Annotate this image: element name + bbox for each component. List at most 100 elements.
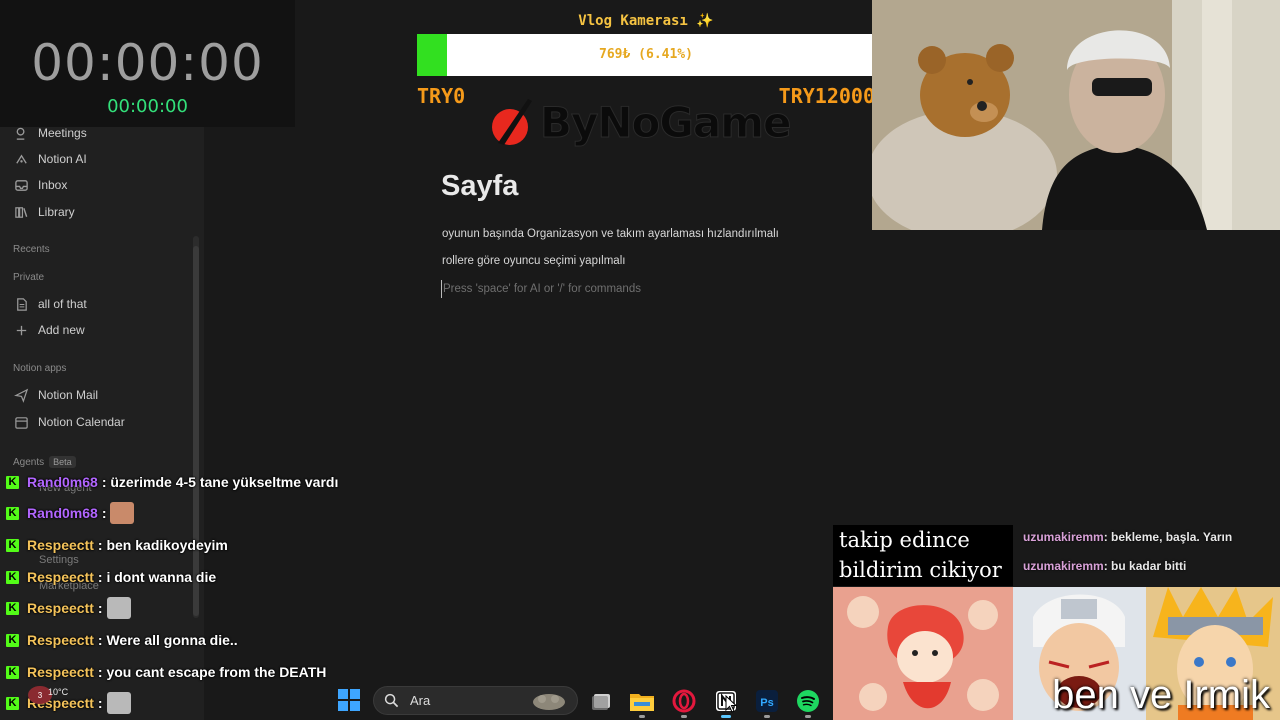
timer-sub: 00:00:00 xyxy=(107,96,188,117)
notion-active-indicator xyxy=(721,715,731,718)
chat-message: K Respeectt: xyxy=(6,691,131,715)
chat-username[interactable]: Respeectt xyxy=(27,537,94,553)
collage-caption: ben ve Irmik xyxy=(1052,673,1270,717)
cat-emote xyxy=(106,692,131,714)
chat-username[interactable]: Rand0m68 xyxy=(27,474,98,490)
photoshop-running-indicator xyxy=(764,715,770,718)
goal-max-label: TRY12000 xyxy=(778,84,875,108)
notion-apps-label: Notion apps xyxy=(13,363,67,374)
sidebar-item-all-of-that[interactable]: all of that xyxy=(13,294,87,314)
chat-message: K Respeectt: Were all gonna die.. xyxy=(6,628,238,652)
goal-title: Vlog Kamerası ✨ xyxy=(578,13,714,29)
sidebar-item-label: all of that xyxy=(38,297,87,311)
kick-badge-icon: K xyxy=(6,696,19,710)
side-chat-line: uzumakiremm: bekleme, başla. Yarın xyxy=(1023,530,1233,544)
goal-min-label: TRY0 xyxy=(417,84,466,108)
search-input[interactable] xyxy=(408,692,522,709)
private-label: Private xyxy=(13,272,45,283)
follow-alert: takip edince bildirim cikiyor xyxy=(833,525,1013,586)
chat-username[interactable]: Rand0m68 xyxy=(27,505,98,521)
sidebar-item-label: Library xyxy=(38,205,75,219)
sidebar-item-label: Add new xyxy=(38,323,85,337)
chat-message: K Respeectt: i dont wanna die xyxy=(6,565,216,589)
sidebar-item-notion-calendar[interactable]: Notion Calendar xyxy=(13,412,125,432)
brand-logo: ByNoGame xyxy=(490,96,792,148)
mouse-cursor-icon xyxy=(725,695,737,713)
opera-gx-icon[interactable] xyxy=(671,688,697,714)
cat-emote xyxy=(106,597,131,619)
sidebar-add-new[interactable]: Add new xyxy=(13,320,85,340)
meetings-icon xyxy=(13,125,30,142)
chat-username[interactable]: Respeectt xyxy=(27,632,94,648)
chat-text: : xyxy=(101,505,107,521)
sidebar-item-label: Notion Calendar xyxy=(38,415,125,429)
chat-text: : ben kadikoydeyim xyxy=(97,537,228,553)
chat-text: : you cant escape from the DEATH xyxy=(97,664,327,680)
webcam-feed xyxy=(872,0,1280,230)
goal-progress-text: 769₺ (6.41%) xyxy=(599,47,693,62)
chat-message: K Rand0m68: xyxy=(6,501,135,525)
weather-temperature: 10°C xyxy=(48,687,69,697)
svg-text:Ps: Ps xyxy=(760,697,773,709)
chat-message: K Respeectt: you cant escape from the DEA… xyxy=(6,660,326,684)
page-title[interactable]: Sayfa xyxy=(441,170,518,203)
mail-send-icon xyxy=(13,387,30,404)
page-icon xyxy=(13,296,30,313)
plus-icon xyxy=(13,322,30,339)
chat-message: K Respeectt: xyxy=(6,596,131,620)
chat-username[interactable]: Respeectt xyxy=(27,664,94,680)
paragraph-block[interactable]: oyunun başında Organizasyon ve takım aya… xyxy=(442,228,779,240)
file-explorer-icon[interactable] xyxy=(629,688,655,714)
kick-badge-icon: K xyxy=(6,601,19,615)
kick-badge-icon: K xyxy=(6,633,19,647)
paragraph-block[interactable]: rollere göre oyuncu seçimi yapılmalı xyxy=(442,255,625,267)
webcam-scene xyxy=(872,0,1280,230)
sidebar-scrollbar-thumb[interactable] xyxy=(193,246,199,616)
sidebar-item-notion-ai[interactable]: Notion AI xyxy=(13,149,87,169)
picture-collage: ben ve Irmik xyxy=(833,587,1280,720)
kick-badge-icon: K xyxy=(6,538,19,552)
chat-text: : xyxy=(97,695,103,711)
notion-ai-icon xyxy=(13,151,30,168)
beta-badge: Beta xyxy=(49,456,76,468)
bynogame-logo-icon xyxy=(492,99,532,145)
follow-alert-line1: takip edince xyxy=(839,528,970,552)
agents-label: Agents Beta xyxy=(13,456,76,468)
inbox-icon xyxy=(13,177,30,194)
kick-badge-icon: K xyxy=(6,570,19,584)
chat-text: : i dont wanna die xyxy=(97,569,217,585)
task-view-icon[interactable] xyxy=(589,688,615,714)
kick-badge-icon: K xyxy=(6,475,19,489)
spotify-running-indicator xyxy=(805,715,811,718)
editor-empty-block[interactable] xyxy=(441,280,823,298)
chat-username[interactable]: Respeectt xyxy=(27,569,94,585)
photoshop-icon[interactable]: Ps xyxy=(754,688,780,714)
recents-label: Recents xyxy=(13,244,50,255)
stream-timer: 00:00:00 00:00:00 xyxy=(0,0,295,127)
sidebar-item-label: Meetings xyxy=(38,126,87,140)
calendar-icon xyxy=(13,414,30,431)
sidebar-item-label: Inbox xyxy=(38,178,68,192)
search-icon xyxy=(384,693,399,708)
opera-running-indicator xyxy=(681,715,687,718)
chat-username[interactable]: Respeectt xyxy=(27,600,94,616)
spotify-icon[interactable] xyxy=(795,688,821,714)
face-emote xyxy=(110,502,135,524)
search-highlight-icon xyxy=(533,693,565,710)
file-explorer-running-indicator xyxy=(639,715,645,718)
side-chat-line: uzumakiremm: bu kadar bitti xyxy=(1023,559,1187,573)
chat-text: : xyxy=(97,600,103,616)
chat-message: K Rand0m68: üzerimde 4-5 tane yükseltme v… xyxy=(6,470,338,494)
chat-text: : Were all gonna die.. xyxy=(97,632,238,648)
follow-alert-line2: bildirim cikiyor xyxy=(839,558,1002,582)
taskbar-search[interactable] xyxy=(373,686,578,715)
chat-message: K Respeectt: ben kadikoydeyim xyxy=(6,533,228,557)
chat-text: : üzerimde 4-5 tane yükseltme vardı xyxy=(101,474,339,490)
sidebar-item-library[interactable]: Library xyxy=(13,202,75,222)
goal-progress-bar: 769₺ (6.41%) xyxy=(417,34,875,76)
windows-start-icon[interactable] xyxy=(337,688,361,712)
kick-badge-icon: K xyxy=(6,506,19,520)
sidebar-item-inbox[interactable]: Inbox xyxy=(13,175,67,195)
sidebar-item-notion-mail[interactable]: Notion Mail xyxy=(13,385,98,405)
brand-text: ByNoGame xyxy=(539,97,791,147)
